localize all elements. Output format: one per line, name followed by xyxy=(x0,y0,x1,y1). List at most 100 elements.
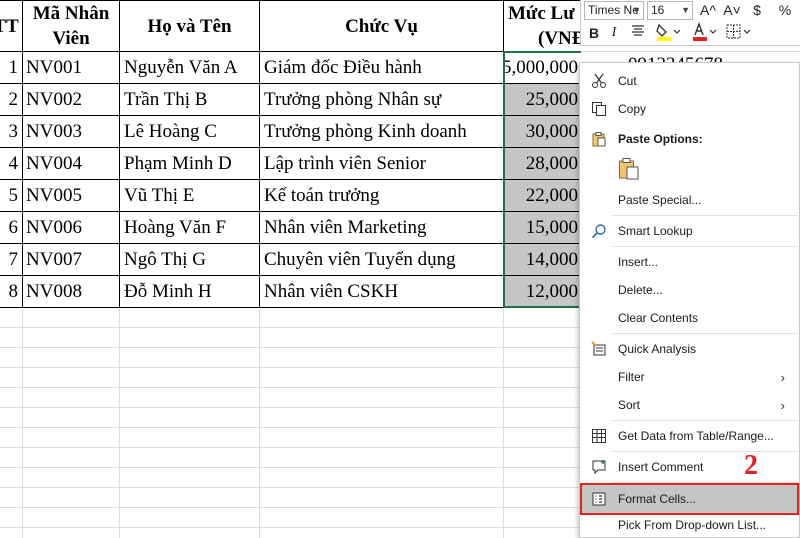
name-cell[interactable]: Phạm Minh D xyxy=(120,148,259,179)
employee-id-cell[interactable]: NV002 xyxy=(23,84,119,115)
menu-item-sort[interactable]: Sort › xyxy=(580,392,799,418)
position-cell[interactable]: Trưởng phòng Nhân sự xyxy=(260,84,503,115)
menu-item-label: Insert Comment xyxy=(618,460,704,474)
header-stt[interactable]: TT xyxy=(0,1,22,51)
menu-item-get-data[interactable]: Get Data from Table/Range... xyxy=(580,423,799,449)
stt-cell[interactable]: 5 xyxy=(0,180,22,211)
grow-font-icon: A^ xyxy=(700,2,716,18)
menu-item-delete[interactable]: Delete... xyxy=(580,277,799,303)
font-name-box[interactable]: Times Ne ▼ xyxy=(584,1,644,20)
menu-item-insert-comment[interactable]: Insert Comment xyxy=(580,454,799,480)
menu-item-label: Cut xyxy=(618,74,637,88)
menu-item-copy[interactable]: Copy xyxy=(580,96,799,122)
header-salary[interactable]: Mức Lư (VNĐ xyxy=(504,1,580,51)
header-employee-id[interactable]: Mã Nhân Viên xyxy=(23,1,119,51)
position-cell[interactable]: Kế toán trưởng xyxy=(260,180,503,211)
font-color-button[interactable] xyxy=(689,21,719,46)
paste-button[interactable] xyxy=(618,157,640,181)
employee-id-cell[interactable]: NV003 xyxy=(23,116,119,147)
menu-item-label: Pick From Drop-down List... xyxy=(618,518,767,532)
chevron-down-icon: ▼ xyxy=(681,5,690,15)
position-cell[interactable]: Nhân viên Marketing xyxy=(260,212,503,243)
name-cell[interactable]: Nguyễn Văn A xyxy=(120,52,259,83)
italic-icon: I xyxy=(611,25,617,40)
menu-item-filter[interactable]: Filter › xyxy=(580,364,799,390)
menu-item-paste-options: Paste Options: xyxy=(580,126,799,152)
employee-id-cell[interactable]: NV008 xyxy=(23,276,119,307)
menu-item-paste-special[interactable]: Paste Special... xyxy=(580,187,799,213)
position-cell[interactable]: Lập trình viên Senior xyxy=(260,148,503,179)
menu-item-label: Smart Lookup xyxy=(618,224,693,238)
header-employee-id-line1: Mã Nhân xyxy=(32,3,110,24)
menu-item-pick-from-list[interactable]: Pick From Drop-down List... xyxy=(580,512,799,538)
name-cell[interactable]: Ngô Thị G xyxy=(120,244,259,275)
grow-font-button[interactable]: A^ xyxy=(697,1,719,19)
menu-item-label: Get Data from Table/Range... xyxy=(618,429,774,443)
percent-icon: % xyxy=(778,2,792,18)
header-name[interactable]: Họ và Tên xyxy=(120,1,259,51)
italic-button[interactable]: I xyxy=(606,24,622,42)
format-cells-icon xyxy=(590,490,608,508)
shrink-font-button[interactable]: A˅ xyxy=(721,1,743,19)
menu-item-cut[interactable]: Cut xyxy=(580,68,799,94)
name-cell[interactable]: Vũ Thị E xyxy=(120,180,259,211)
stt-cell[interactable]: 6 xyxy=(0,212,22,243)
menu-separator xyxy=(612,246,798,247)
font-size-box[interactable]: 16 ▼ xyxy=(647,1,693,20)
employee-id-cell[interactable]: NV004 xyxy=(23,148,119,179)
step-annotation: 2 xyxy=(744,450,758,481)
stt-cell[interactable]: 4 xyxy=(0,148,22,179)
menu-separator xyxy=(612,420,798,421)
align-center-button[interactable] xyxy=(627,24,649,42)
chevron-right-icon: › xyxy=(780,397,785,413)
scissors-icon xyxy=(590,72,608,90)
header-name-text: Họ và Tên xyxy=(147,15,232,37)
quick-analysis-icon xyxy=(590,340,608,358)
menu-item-format-cells[interactable]: Format Cells... xyxy=(580,483,799,515)
stt-cell[interactable]: 1 xyxy=(0,52,22,83)
borders-button[interactable] xyxy=(723,22,753,46)
menu-item-label: Delete... xyxy=(618,283,663,297)
position-cell[interactable]: Nhân viên CSKH xyxy=(260,276,503,307)
employee-id-cell[interactable]: NV006 xyxy=(23,212,119,243)
name-cell[interactable]: Hoàng Văn F xyxy=(120,212,259,243)
currency-button[interactable]: $ xyxy=(745,1,769,19)
name-cell[interactable]: Lê Hoàng C xyxy=(120,116,259,147)
context-menu: Cut Copy Paste Options: Paste Special...… xyxy=(579,62,800,538)
name-cell[interactable]: Đỗ Minh H xyxy=(120,276,259,307)
chevron-right-icon: › xyxy=(780,369,785,385)
header-position[interactable]: Chức Vụ xyxy=(260,1,503,51)
menu-separator xyxy=(612,215,798,216)
position-cell[interactable]: Trưởng phòng Kinh doanh xyxy=(260,116,503,147)
menu-item-label: Sort xyxy=(618,398,641,412)
percent-button[interactable]: % xyxy=(773,1,797,19)
menu-item-smart-lookup[interactable]: Smart Lookup xyxy=(580,218,799,244)
chevron-down-icon: ▼ xyxy=(632,5,641,15)
menu-item-insert[interactable]: Insert... xyxy=(580,249,799,275)
position-cell[interactable]: Giám đốc Điều hành xyxy=(260,52,503,83)
stt-cell[interactable]: 3 xyxy=(0,116,22,147)
borders-icon xyxy=(726,24,751,39)
employee-id-cell[interactable]: NV007 xyxy=(23,244,119,275)
stt-cell[interactable]: 7 xyxy=(0,244,22,275)
font-size-value: 16 xyxy=(651,3,665,17)
menu-item-label: Quick Analysis xyxy=(618,342,697,356)
name-cell[interactable]: Trần Thị B xyxy=(120,84,259,115)
menu-item-clear-contents[interactable]: Clear Contents xyxy=(580,305,799,331)
menu-separator xyxy=(612,451,798,452)
stt-cell[interactable]: 8 xyxy=(0,276,22,307)
menu-item-quick-analysis[interactable]: Quick Analysis xyxy=(580,336,799,362)
currency-icon: $ xyxy=(753,2,761,18)
menu-item-label: Filter xyxy=(618,370,645,384)
header-salary-line1: Mức Lư xyxy=(508,3,575,24)
copy-icon xyxy=(590,100,608,118)
menu-item-label: Paste Special... xyxy=(618,193,702,207)
employee-id-cell[interactable]: NV001 xyxy=(23,52,119,83)
bold-button[interactable]: B xyxy=(586,24,602,42)
fill-color-button[interactable] xyxy=(653,22,683,46)
stt-cell[interactable]: 2 xyxy=(0,84,22,115)
employee-id-cell[interactable]: NV005 xyxy=(23,180,119,211)
header-employee-id-line2: Viên xyxy=(52,28,90,49)
position-cell[interactable]: Chuyên viên Tuyển dụng xyxy=(260,244,503,275)
menu-item-label: Insert... xyxy=(618,255,659,269)
